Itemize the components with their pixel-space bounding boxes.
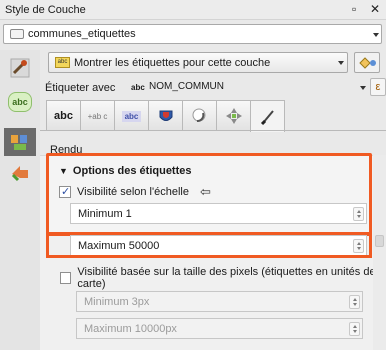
window-title: Style de Couche bbox=[5, 4, 86, 16]
scrollbar-thumb[interactable] bbox=[375, 235, 384, 247]
spin-buttons[interactable] bbox=[353, 239, 364, 253]
window-title-bar: Style de Couche ▫ ✕ bbox=[0, 0, 386, 20]
pixel-visibility-label: Visibilité basée sur la taille des pixel… bbox=[77, 266, 376, 290]
tab-rendering[interactable] bbox=[250, 100, 285, 132]
highlight-border bbox=[46, 255, 372, 258]
highlight-border bbox=[46, 232, 49, 258]
tab-shadow[interactable] bbox=[182, 100, 217, 131]
style-sidebar: abc bbox=[0, 50, 40, 350]
sidebar-symbology-button[interactable] bbox=[4, 54, 36, 82]
labeling-mode-label: Montrer les étiquettes pour cette couche bbox=[74, 57, 271, 69]
minimum-pixel-value: Minimum 3px bbox=[84, 296, 150, 308]
layers-icon bbox=[11, 135, 27, 150]
sidebar-actions-button[interactable] bbox=[4, 158, 36, 186]
sidebar-labels-button[interactable]: abc bbox=[8, 92, 32, 112]
field-name: NOM_COMMUN bbox=[149, 81, 224, 92]
chevron-down-icon bbox=[338, 61, 344, 65]
tab-formatting[interactable]: +ab c bbox=[80, 100, 115, 131]
tab-text[interactable]: abc bbox=[46, 100, 81, 131]
chevron-down-icon bbox=[357, 215, 361, 218]
layer-style-button[interactable] bbox=[354, 52, 380, 73]
paint-icon bbox=[10, 58, 30, 78]
map-scale-icon[interactable]: ⇦ bbox=[200, 184, 211, 200]
chevron-down-icon bbox=[357, 247, 361, 250]
buffer-icon: abc bbox=[121, 110, 142, 122]
close-icon[interactable]: ✕ bbox=[370, 2, 380, 16]
minimum-scale-spin[interactable]: Minimum 1 bbox=[70, 203, 367, 224]
label-with-row: Étiqueter avec abc NOM_COMMUN ε bbox=[40, 78, 386, 96]
sidebar-diagrams-button[interactable] bbox=[4, 128, 36, 156]
maximum-scale-spin[interactable]: Maximum 50000 bbox=[70, 235, 367, 256]
background-icon bbox=[159, 110, 172, 121]
highlight-border bbox=[369, 232, 372, 258]
label-with-label: Étiqueter avec bbox=[45, 82, 116, 94]
labeling-mode-select[interactable]: abc Montrer les étiquettes pour cette co… bbox=[48, 52, 348, 73]
scale-visibility-checkbox[interactable] bbox=[59, 185, 71, 198]
arrow-icon bbox=[11, 166, 28, 182]
labeling-mode-row: abc Montrer les étiquettes pour cette co… bbox=[40, 52, 386, 74]
shadow-icon bbox=[192, 108, 205, 122]
chevron-up-icon bbox=[357, 242, 361, 245]
expression-button[interactable]: ε bbox=[370, 78, 386, 96]
spin-buttons[interactable] bbox=[349, 322, 360, 336]
labels-icon: abc bbox=[55, 57, 70, 68]
collapse-icon: ▼ bbox=[59, 166, 68, 176]
formatting-icon: +ab c bbox=[87, 111, 108, 121]
float-icon[interactable]: ▫ bbox=[352, 2, 356, 16]
panel-scrollbar[interactable] bbox=[373, 155, 386, 350]
minimum-scale-value: Minimum 1 bbox=[78, 208, 132, 220]
label-options-group: ▼Options des étiquettes Visibilité selon… bbox=[46, 153, 372, 236]
highlight-border bbox=[46, 232, 372, 235]
tabs-baseline bbox=[40, 130, 386, 131]
spin-buttons[interactable] bbox=[349, 295, 360, 309]
maximum-pixel-value: Maximum 10000px bbox=[84, 323, 177, 335]
spin-buttons[interactable] bbox=[353, 207, 364, 221]
pixel-visibility-row[interactable]: Visibilité basée sur la taille des pixel… bbox=[60, 266, 386, 290]
style-icon bbox=[359, 57, 376, 69]
label-settings-tabs: abc +ab c abc bbox=[40, 100, 386, 132]
chevron-up-icon bbox=[353, 298, 357, 301]
brush-icon bbox=[260, 109, 274, 125]
tab-buffer[interactable]: abc bbox=[114, 100, 149, 131]
placement-icon bbox=[225, 108, 242, 124]
scale-visibility-label: Visibilité selon l'échelle bbox=[77, 186, 189, 198]
maximum-pixel-spin[interactable]: Maximum 10000px bbox=[76, 318, 363, 339]
chevron-down-icon bbox=[353, 303, 357, 306]
scale-visibility-row[interactable]: Visibilité selon l'échelle ⇦ bbox=[59, 184, 211, 200]
group-header[interactable]: ▼ Options des étiquettes bbox=[59, 165, 192, 177]
tab-background[interactable] bbox=[148, 100, 183, 131]
chevron-up-icon bbox=[353, 325, 357, 328]
label-field-select[interactable]: abc NOM_COMMUN bbox=[126, 80, 366, 95]
layer-select[interactable]: communes_etiquettes bbox=[3, 24, 382, 44]
chevron-up-icon bbox=[357, 210, 361, 213]
labels-icon: abc bbox=[12, 97, 28, 107]
layer-name: communes_etiquettes bbox=[28, 28, 136, 40]
chevron-down-icon bbox=[353, 330, 357, 333]
minimum-pixel-spin[interactable]: Minimum 3px bbox=[76, 291, 363, 312]
field-type-icon: abc bbox=[131, 83, 145, 92]
maximum-scale-value: Maximum 50000 bbox=[78, 240, 160, 252]
layer-icon bbox=[10, 29, 24, 39]
chevron-down-icon bbox=[373, 33, 379, 37]
tab-placement[interactable] bbox=[216, 100, 251, 131]
chevron-down-icon bbox=[360, 86, 366, 90]
expression-icon: ε bbox=[375, 81, 381, 93]
pixel-visibility-checkbox[interactable] bbox=[60, 272, 72, 284]
